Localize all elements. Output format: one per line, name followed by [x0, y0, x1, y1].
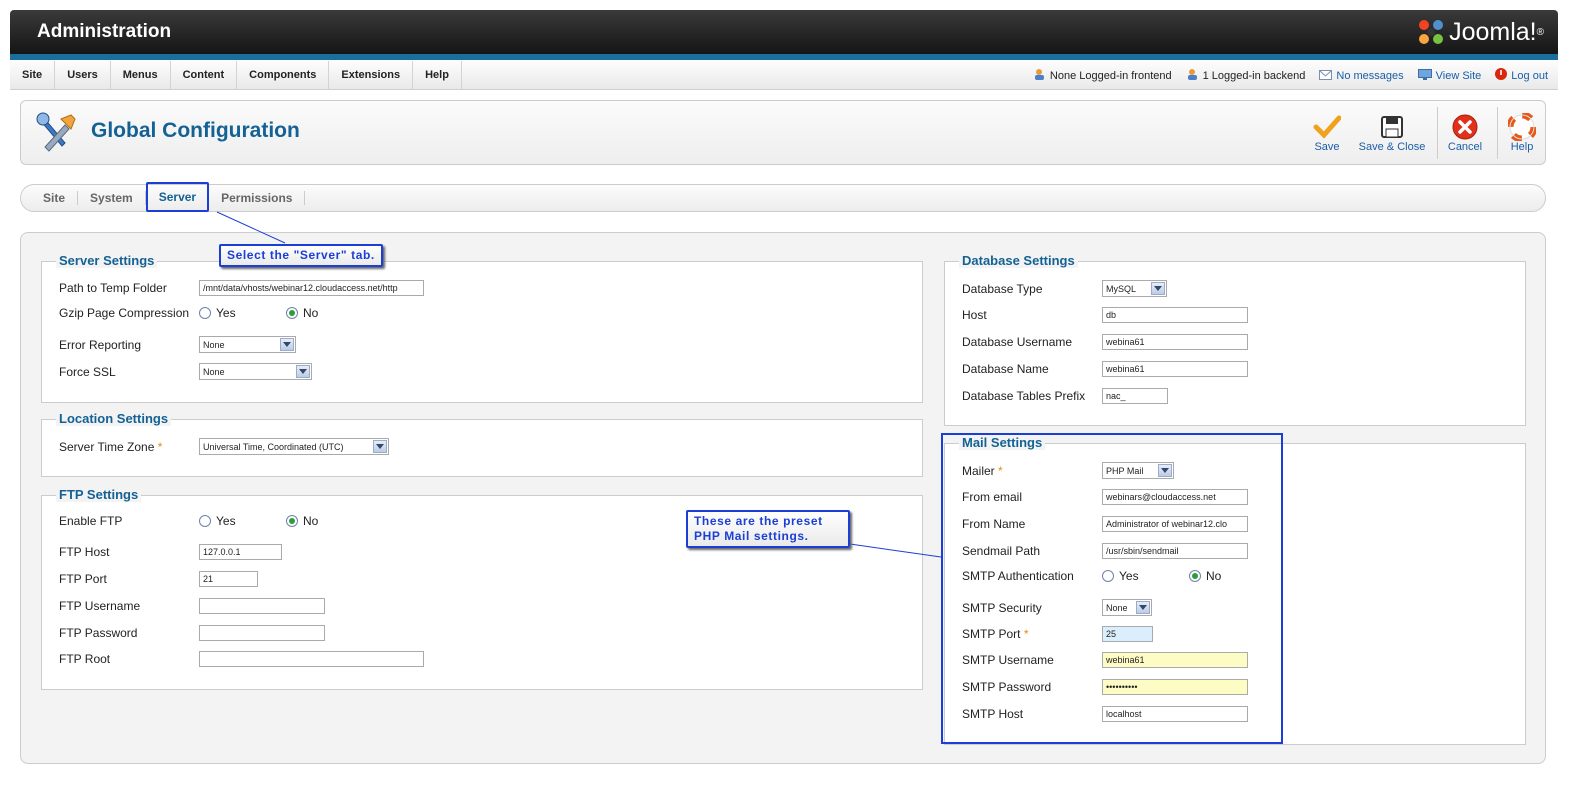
mail-settings-callout: These are the preset PHP Mail settings. [686, 510, 850, 548]
callout-connectors [216, 211, 942, 558]
server-tab-callout: Select the "Server" tab. [219, 244, 383, 267]
